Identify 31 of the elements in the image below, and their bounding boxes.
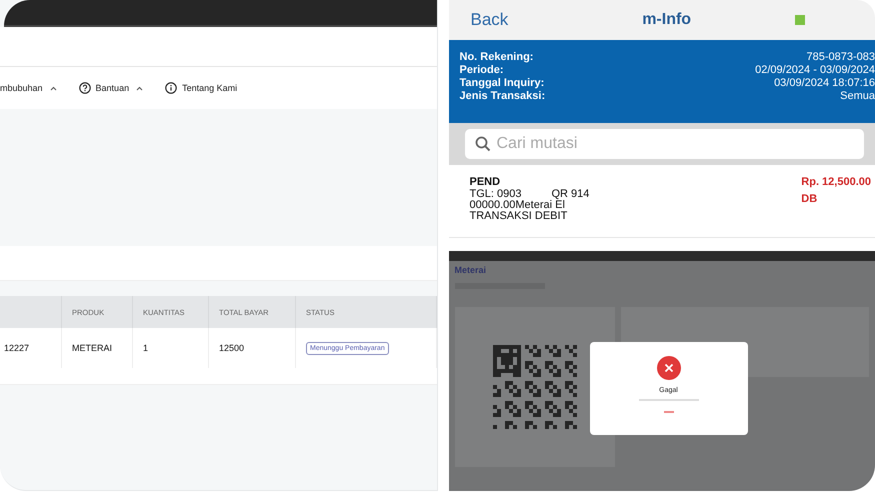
status-square-icon — [794, 15, 805, 25]
info-value: 03/09/2024 18:07:16 — [774, 77, 875, 90]
transaction-description: 00000.00Meterai El — [470, 200, 565, 211]
info-label: No. Rekening: — [460, 51, 534, 64]
dialog-text-line — [638, 399, 698, 401]
search-field[interactable]: Cari mutasi — [464, 129, 864, 159]
info-icon — [165, 82, 178, 94]
transaction-type: DB — [801, 193, 818, 205]
help-icon — [78, 82, 91, 94]
transaction-title: PEND — [470, 176, 502, 188]
transaction-description: TRANSAKSI DEBIT — [470, 211, 568, 222]
nav-menu-item[interactable]: Tentang Kami — [182, 83, 238, 93]
info-value: 785-0873-083 — [806, 51, 875, 64]
info-value: Semua — [840, 90, 875, 103]
site-logo: Meterai — [454, 265, 488, 275]
info-label: Tanggal Inquiry: — [460, 77, 544, 90]
info-value: 02/09/2024 - 03/09/2024 — [755, 64, 875, 77]
nav-menu-item[interactable]: mbubuhan — [0, 83, 43, 93]
nav-menu-item[interactable]: Bantuan — [96, 83, 130, 93]
table-cell: 12500 — [209, 328, 296, 368]
transaction-amount: Rp. 12,500.00 — [801, 176, 871, 188]
table-cell: 1 — [133, 328, 209, 368]
app-title: m-Info — [642, 11, 692, 29]
info-label: Periode: — [460, 64, 504, 77]
table-cell: 12227 — [0, 328, 62, 368]
back-button[interactable]: Back — [470, 10, 508, 30]
table-cell: METERAI — [62, 328, 133, 368]
info-label: Jenis Transaksi: — [460, 90, 546, 103]
transaction-reference: QR 914 — [551, 188, 590, 200]
transaction-date: TGL: 0903 — [470, 188, 522, 200]
error-icon — [656, 355, 682, 381]
